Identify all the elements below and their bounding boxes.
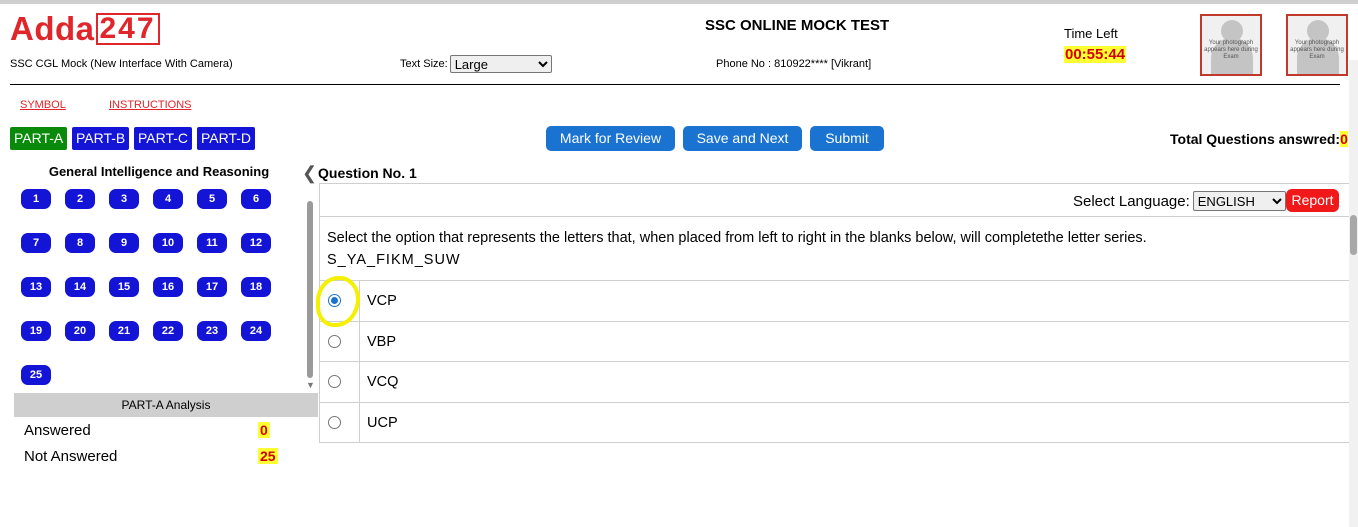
total-answered: Total Questions answred:0 — [1170, 131, 1348, 147]
question-palette-button[interactable]: 10 — [153, 233, 183, 253]
page-scrollbar[interactable] — [1349, 60, 1358, 527]
answered-value: 0 — [258, 422, 270, 438]
palette-scroll-thumb[interactable] — [307, 201, 313, 378]
time-left-label: Time Left — [1064, 26, 1118, 41]
option-row[interactable]: VBP — [319, 321, 1350, 362]
answered-label: Answered — [24, 422, 91, 439]
language-selector: Select Language: ENGLISH — [1073, 191, 1286, 211]
question-palette-button[interactable]: 21 — [109, 321, 139, 341]
scroll-down-icon[interactable]: ▼ — [306, 380, 315, 390]
total-answered-value: 0 — [1340, 131, 1348, 147]
option-radio[interactable] — [328, 335, 341, 348]
candidate-photo-placeholder: Your photograph appears here during Exam — [1286, 14, 1348, 76]
instructions-link[interactable]: INSTRUCTIONS — [109, 99, 192, 111]
option-row[interactable]: VCP — [319, 280, 1350, 321]
question-palette-button[interactable]: 19 — [21, 321, 51, 341]
question-divider — [319, 216, 1350, 217]
tab-part-c[interactable]: PART-C — [134, 127, 193, 150]
question-palette-button[interactable]: 11 — [197, 233, 227, 253]
question-palette-button[interactable]: 5 — [197, 189, 227, 209]
symbol-link[interactable]: SYMBOL — [20, 99, 66, 111]
adda247-logo: Adda 247 — [10, 10, 160, 47]
palette-scrollbar[interactable]: ▼ — [305, 190, 315, 390]
question-palette-button[interactable]: 16 — [153, 277, 183, 297]
tab-part-a[interactable]: PART-A — [10, 127, 68, 150]
option-label: VCQ — [367, 374, 399, 390]
option-label: VBP — [367, 334, 397, 350]
section-title: General Intelligence and Reasoning — [48, 164, 270, 179]
phone-number: Phone No : 810922**** [Vikrant] — [716, 58, 872, 70]
logo-text: Adda — [10, 10, 95, 47]
option-cell-divider — [359, 362, 360, 402]
question-palette-button[interactable]: 1 — [21, 189, 51, 209]
page-title: SSC ONLINE MOCK TEST — [705, 17, 890, 34]
question-palette-button[interactable]: 18 — [241, 277, 271, 297]
question-palette-button[interactable]: 14 — [65, 277, 95, 297]
header-divider — [10, 84, 1340, 85]
question-palette: 1 2 3 4 5 6 7 8 9 10 11 12 13 14 15 16 17 18 19 20 21 22 23 24 2… — [21, 189, 281, 389]
option-cell-divider — [359, 322, 360, 362]
exam-name: SSC CGL Mock (New Interface With Camera) — [10, 58, 233, 70]
option-radio[interactable] — [328, 416, 341, 429]
report-button[interactable]: Report — [1286, 189, 1339, 212]
analysis-heading: PART-A Analysis — [14, 393, 318, 417]
top-border — [0, 0, 1358, 4]
question-palette-button[interactable]: 7 — [21, 233, 51, 253]
total-answered-label: Total Questions answred: — [1170, 131, 1341, 147]
question-palette-button[interactable]: 9 — [109, 233, 139, 253]
option-cell-divider — [359, 403, 360, 443]
page-scroll-thumb[interactable] — [1350, 215, 1357, 255]
save-and-next-button[interactable]: Save and Next — [683, 126, 802, 151]
photo-caption: Your photograph appears here during Exam — [1290, 40, 1344, 60]
language-label: Select Language: — [1073, 192, 1190, 210]
photo-caption: Your photograph appears here during Exam — [1204, 40, 1258, 60]
question-palette-button[interactable]: 15 — [109, 277, 139, 297]
tab-part-b[interactable]: PART-B — [72, 127, 130, 150]
question-palette-button[interactable]: 24 — [241, 321, 271, 341]
chevron-left-icon[interactable]: ❮ — [302, 163, 317, 184]
option-row[interactable]: VCQ — [319, 361, 1350, 402]
language-select[interactable]: ENGLISH — [1192, 191, 1286, 211]
question-palette-button[interactable]: 4 — [153, 189, 183, 209]
question-palette-button[interactable]: 25 — [21, 365, 51, 385]
camera-photo-placeholder: Your photograph appears here during Exam — [1200, 14, 1262, 76]
question-palette-button[interactable]: 8 — [65, 233, 95, 253]
time-left-value: 00:55:44 — [1064, 46, 1127, 63]
question-palette-button[interactable]: 20 — [65, 321, 95, 341]
question-text: Select the option that represents the le… — [327, 230, 1147, 246]
text-size-label: Text Size: — [400, 58, 448, 70]
logo-number: 247 — [95, 13, 160, 45]
option-label: UCP — [367, 415, 398, 431]
submit-button[interactable]: Submit — [810, 126, 884, 151]
question-palette-button[interactable]: 3 — [109, 189, 139, 209]
question-palette-button[interactable]: 13 — [21, 277, 51, 297]
option-radio[interactable] — [328, 375, 341, 388]
mark-for-review-button[interactable]: Mark for Review — [546, 126, 675, 151]
question-palette-button[interactable]: 23 — [197, 321, 227, 341]
text-size-select[interactable]: Large — [449, 55, 552, 73]
not-answered-label: Not Answered — [24, 448, 118, 465]
text-size-control: Text Size: Large — [400, 55, 552, 73]
tab-part-d[interactable]: PART-D — [197, 127, 256, 150]
question-palette-button[interactable]: 12 — [241, 233, 271, 253]
question-number: Question No. 1 — [318, 165, 417, 181]
option-label: VCP — [367, 293, 397, 309]
letter-series: S_YA_FIKM_SUW — [327, 252, 461, 268]
question-palette-button[interactable]: 22 — [153, 321, 183, 341]
question-palette-button[interactable]: 2 — [65, 189, 95, 209]
question-palette-button[interactable]: 17 — [197, 277, 227, 297]
option-row[interactable]: UCP — [319, 402, 1350, 443]
question-palette-button[interactable]: 6 — [241, 189, 271, 209]
not-answered-value: 25 — [258, 448, 278, 464]
